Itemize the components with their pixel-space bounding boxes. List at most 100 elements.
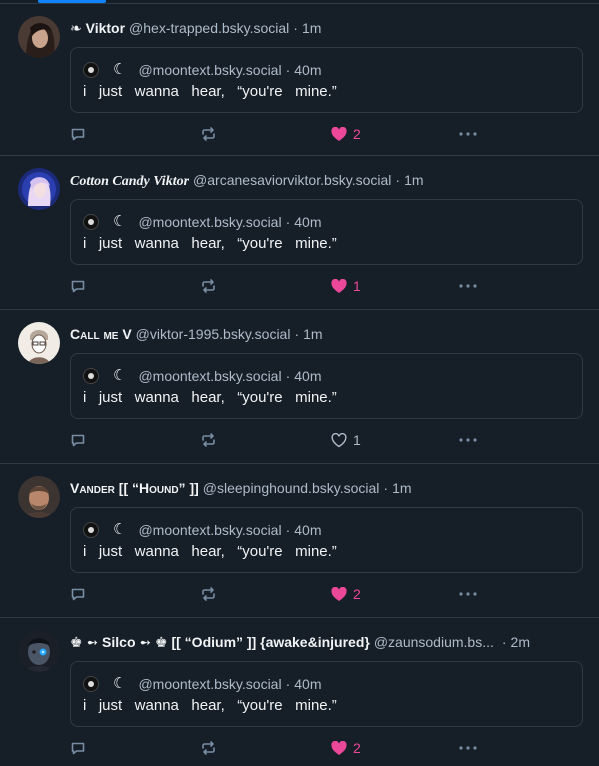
feed: ❧ Viktor @hex-trapped.bsky.social · 1m ☾… [0, 4, 599, 766]
post-header: ♚ ➻ Silco ➻ ♚ [[ “Odium” ]] {awake&injur… [70, 632, 587, 652]
reply-button[interactable] [70, 584, 86, 604]
post-time[interactable]: 2m [511, 632, 530, 652]
avatar[interactable] [18, 16, 60, 58]
post-header: ❧ Viktor @hex-trapped.bsky.social · 1m [70, 18, 587, 38]
moon-icon: ☾ [113, 675, 127, 692]
feed-post[interactable]: ❧ Viktor @hex-trapped.bsky.social · 1m ☾… [0, 4, 599, 156]
feed-post[interactable]: Call me V @viktor-1995.bsky.social · 1m … [0, 310, 599, 464]
more-options-button[interactable] [459, 430, 477, 450]
author-handle[interactable]: @hex-trapped.bsky.social [129, 18, 289, 38]
avatar[interactable] [18, 322, 60, 364]
separator: · [501, 634, 507, 650]
feed-post[interactable]: Vander [[ “Hound” ]] @sleepinghound.bsky… [0, 464, 599, 618]
more-options-button[interactable] [459, 584, 477, 604]
avatar[interactable] [18, 476, 60, 518]
heart-outline-icon [331, 432, 347, 447]
post-actions: 2 [70, 124, 583, 144]
quote-time: 40m [294, 62, 322, 78]
heart-filled-icon [331, 586, 347, 601]
quote-card[interactable]: ☾ @moontext.bsky.social · 40m i just wan… [70, 47, 583, 113]
post-actions: 1 [70, 430, 583, 450]
feed-post[interactable]: Cotton Candy Viktor @arcanesaviorviktor.… [0, 156, 599, 310]
reply-button[interactable] [70, 124, 86, 144]
like-button[interactable]: 1 [331, 430, 361, 450]
repost-icon [202, 741, 215, 755]
reply-button[interactable] [70, 430, 86, 450]
avatar[interactable] [18, 168, 60, 210]
author-handle[interactable]: @zaunsodium.bs... [374, 632, 494, 652]
more-dots-icon [459, 438, 477, 442]
separator: · [395, 172, 401, 188]
reply-button[interactable] [70, 276, 86, 296]
avatar[interactable] [18, 630, 60, 672]
quote-avatar [83, 522, 99, 538]
repost-icon [202, 279, 215, 293]
display-name[interactable]: Vander [[ “Hound” ]] [70, 478, 199, 498]
separator: · [285, 62, 291, 78]
post-time[interactable]: 1m [302, 18, 321, 38]
moon-icon: ☾ [113, 521, 127, 538]
like-button[interactable]: 1 [331, 276, 361, 296]
post-time[interactable]: 1m [303, 324, 322, 344]
heart-filled-icon [331, 278, 347, 293]
like-button[interactable]: 2 [331, 124, 361, 144]
quote-avatar [83, 62, 99, 78]
quote-handle: @moontext.bsky.social [138, 214, 282, 230]
post-header: Cotton Candy Viktor @arcanesaviorviktor.… [70, 170, 587, 192]
separator: · [285, 522, 291, 538]
quote-handle: @moontext.bsky.social [138, 368, 282, 384]
more-dots-icon [459, 284, 477, 288]
author-handle[interactable]: @viktor-1995.bsky.social [136, 324, 291, 344]
repost-icon [202, 127, 215, 141]
post-time[interactable]: 1m [392, 478, 411, 498]
more-dots-icon [459, 746, 477, 750]
quote-card[interactable]: ☾ @moontext.bsky.social · 40m i just wan… [70, 507, 583, 573]
quote-time: 40m [294, 214, 322, 230]
repost-button[interactable] [200, 124, 217, 144]
more-options-button[interactable] [459, 738, 477, 758]
more-options-button[interactable] [459, 276, 477, 296]
feed-post[interactable]: ♚ ➻ Silco ➻ ♚ [[ “Odium” ]] {awake&injur… [0, 618, 599, 766]
quote-text: i just wanna hear, “you're mine.” [83, 83, 337, 100]
quote-card[interactable]: ☾ @moontext.bsky.social · 40m i just wan… [70, 199, 583, 265]
post-time[interactable]: 1m [404, 170, 423, 190]
repost-button[interactable] [200, 738, 217, 758]
display-name[interactable]: ❧ Viktor [70, 18, 125, 38]
display-name[interactable]: Call me V [70, 324, 132, 344]
display-name[interactable]: ♚ ➻ Silco ➻ ♚ [[ “Odium” ]] {awake&injur… [70, 632, 370, 652]
display-name[interactable]: Cotton Candy Viktor [70, 172, 189, 192]
quote-handle: @moontext.bsky.social [138, 676, 282, 692]
heart-filled-icon [331, 740, 347, 755]
repost-button[interactable] [200, 276, 217, 296]
like-button[interactable]: 2 [331, 584, 361, 604]
quote-avatar [83, 368, 99, 384]
separator: · [285, 676, 291, 692]
quote-header: ☾ @moontext.bsky.social · 40m [83, 60, 321, 80]
reply-icon [71, 434, 85, 447]
more-dots-icon [459, 592, 477, 596]
reply-icon [71, 280, 85, 293]
author-handle[interactable]: @sleepinghound.bsky.social [203, 478, 380, 498]
quote-card[interactable]: ☾ @moontext.bsky.social · 40m i just wan… [70, 353, 583, 419]
quote-card[interactable]: ☾ @moontext.bsky.social · 40m i just wan… [70, 661, 583, 727]
repost-button[interactable] [200, 430, 217, 450]
separator: · [293, 20, 298, 36]
reply-button[interactable] [70, 738, 86, 758]
like-button[interactable]: 2 [331, 738, 361, 758]
more-dots-icon [459, 132, 477, 136]
author-handle[interactable]: @arcanesaviorviktor.bsky.social [193, 170, 391, 190]
quote-handle: @moontext.bsky.social [138, 522, 282, 538]
separator: · [285, 214, 291, 230]
quote-text: i just wanna hear, “you're mine.” [83, 389, 337, 406]
more-options-button[interactable] [459, 124, 477, 144]
quote-header: ☾ @moontext.bsky.social · 40m [83, 366, 321, 386]
heart-filled-icon [331, 126, 347, 141]
quote-header: ☾ @moontext.bsky.social · 40m [83, 520, 321, 540]
separator: · [383, 480, 389, 496]
active-tab-indicator [38, 0, 106, 3]
quote-text: i just wanna hear, “you're mine.” [83, 235, 337, 252]
like-count: 2 [353, 126, 361, 142]
post-header: Vander [[ “Hound” ]] @sleepinghound.bsky… [70, 478, 587, 498]
quote-time: 40m [294, 368, 322, 384]
repost-button[interactable] [200, 584, 217, 604]
